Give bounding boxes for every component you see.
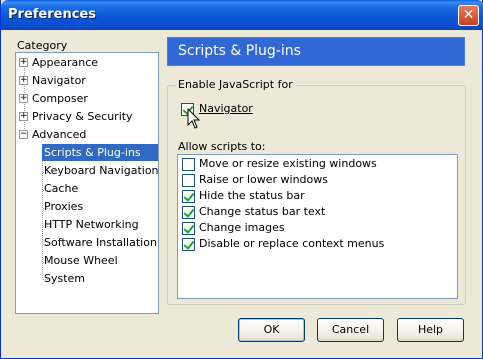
checkbox-label[interactable]: Move or resize existing windows bbox=[199, 157, 377, 170]
tree-item-proxies[interactable]: Proxies bbox=[16, 198, 156, 215]
checkbox-label[interactable]: Disable or replace context menus bbox=[199, 237, 384, 250]
tree-item-label: Advanced bbox=[32, 128, 87, 141]
tree-item-composer[interactable]: + Composer bbox=[16, 90, 156, 107]
ok-button[interactable]: OK bbox=[238, 318, 305, 342]
tree-item-advanced[interactable]: − Advanced bbox=[16, 126, 156, 143]
move-resize-checkbox[interactable] bbox=[182, 158, 195, 171]
tree-item-label: Mouse Wheel bbox=[44, 254, 118, 267]
allow-scripts-list: Move or resize existing windows Raise or… bbox=[177, 154, 458, 299]
hide-status-bar-checkbox[interactable] bbox=[182, 190, 195, 203]
checkbox-label[interactable]: Change images bbox=[199, 221, 285, 234]
tree-item-keyboard-navigation[interactable]: Keyboard Navigation bbox=[16, 162, 159, 179]
tree-item-privacy-security[interactable]: + Privacy & Security bbox=[16, 108, 156, 125]
mouse-cursor-icon bbox=[187, 108, 201, 129]
tree-item-label: Cache bbox=[44, 182, 79, 195]
tree-item-label: Software Installation bbox=[44, 236, 157, 249]
expand-icon[interactable]: + bbox=[19, 76, 28, 85]
tree-item-label: Scripts & Plug-ins bbox=[42, 144, 158, 161]
context-menus-checkbox[interactable] bbox=[182, 238, 195, 251]
tree-item-label: Privacy & Security bbox=[32, 110, 133, 123]
tree-item-label: Proxies bbox=[44, 200, 84, 213]
allow-scripts-label: Allow scripts to: bbox=[178, 140, 266, 153]
preferences-window: Preferences ✕ Category + Appearance + Na… bbox=[0, 0, 483, 359]
tree-item-label: HTTP Networking bbox=[44, 218, 139, 231]
tree-item-system[interactable]: System bbox=[16, 270, 156, 287]
raise-lower-checkbox[interactable] bbox=[182, 174, 195, 187]
checkbox-label[interactable]: Raise or lower windows bbox=[199, 173, 328, 186]
tree-item-http-networking[interactable]: HTTP Networking bbox=[16, 216, 156, 233]
cancel-button[interactable]: Cancel bbox=[317, 318, 384, 342]
tree-item-scripts-plugins[interactable]: Scripts & Plug-ins bbox=[16, 144, 158, 161]
title-bar[interactable]: Preferences ✕ bbox=[1, 0, 483, 30]
tree-item-label: Composer bbox=[32, 92, 88, 105]
change-status-text-checkbox[interactable] bbox=[182, 206, 195, 219]
panel-header: Scripts & Plug-ins bbox=[167, 37, 465, 66]
checkbox-label[interactable]: Change status bar text bbox=[199, 205, 325, 218]
expand-icon[interactable]: + bbox=[19, 58, 28, 67]
collapse-icon[interactable]: − bbox=[19, 130, 28, 139]
tree-item-label: System bbox=[44, 272, 86, 285]
category-tree[interactable]: + Appearance + Navigator + Composer + Pr… bbox=[15, 52, 159, 314]
close-icon: ✕ bbox=[462, 7, 475, 23]
enable-javascript-label: Enable JavaScript for bbox=[176, 78, 295, 91]
tree-item-label: Keyboard Navigation bbox=[44, 164, 159, 177]
tree-item-label: Navigator bbox=[32, 74, 86, 87]
tree-item-mouse-wheel[interactable]: Mouse Wheel bbox=[16, 252, 156, 269]
tree-item-software-installation[interactable]: Software Installation bbox=[16, 234, 157, 251]
expand-icon[interactable]: + bbox=[19, 112, 28, 121]
tree-item-appearance[interactable]: + Appearance bbox=[16, 54, 156, 71]
tree-item-cache[interactable]: Cache bbox=[16, 180, 156, 197]
navigator-checkbox-label[interactable]: Navigator bbox=[199, 102, 253, 115]
help-button[interactable]: Help bbox=[397, 318, 464, 342]
checkbox-label[interactable]: Hide the status bar bbox=[199, 189, 305, 202]
close-button[interactable]: ✕ bbox=[458, 5, 479, 26]
tree-item-label: Appearance bbox=[32, 56, 99, 69]
window-title: Preferences bbox=[8, 7, 96, 22]
expand-icon[interactable]: + bbox=[19, 94, 28, 103]
tree-item-navigator[interactable]: + Navigator bbox=[16, 72, 156, 89]
change-images-checkbox[interactable] bbox=[182, 222, 195, 235]
category-label: Category bbox=[17, 39, 68, 52]
